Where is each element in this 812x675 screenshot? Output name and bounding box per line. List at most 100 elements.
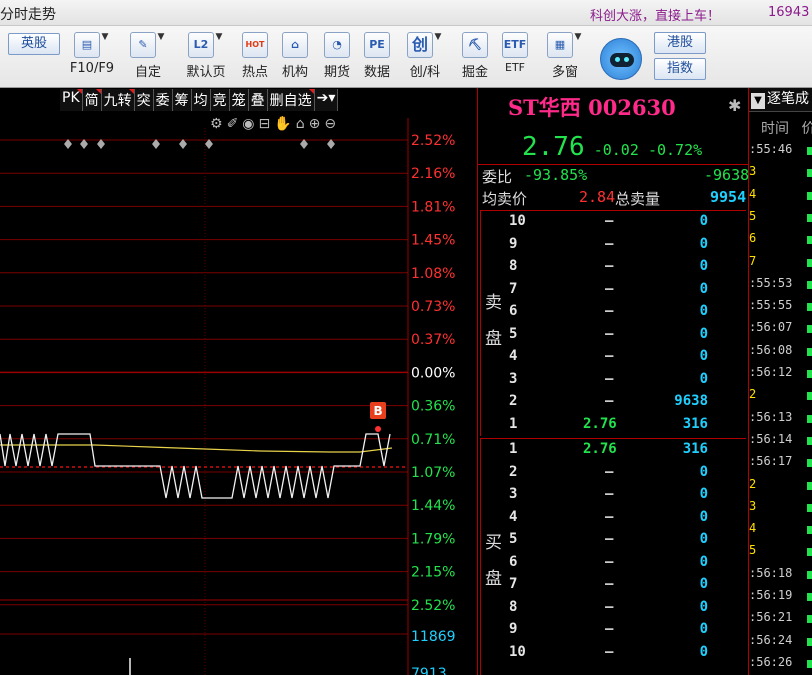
y-axis-label: 1.81% — [411, 199, 455, 215]
f10-button[interactable]: ▤▼ F10/F9 — [68, 32, 116, 76]
chevron-down-icon[interactable]: ▼ — [156, 32, 166, 42]
multi-window-icon: ▦ — [547, 32, 573, 58]
tick-row: :56:18 — [749, 566, 812, 588]
chevron-down-icon[interactable]: ▼ — [214, 32, 224, 42]
order-book-level[interactable]: 4 – 0 — [509, 509, 749, 532]
level-volume: 0 — [699, 235, 708, 252]
tick-row: :56:24 — [749, 633, 812, 655]
tick-time: 4 — [749, 186, 757, 201]
level-price: – — [605, 303, 614, 319]
zoom-out-icon[interactable]: ⊖ — [324, 116, 340, 132]
order-book-level[interactable]: 5 – 0 — [509, 326, 749, 349]
tick-time: 3 — [749, 164, 757, 179]
order-book-level[interactable]: 1 2.76 316 — [509, 416, 749, 439]
order-book-level[interactable]: 3 – 0 — [509, 371, 749, 394]
tick-price-marker — [807, 258, 812, 267]
gear-icon[interactable]: ✱ — [728, 96, 741, 115]
chuang-ke-button[interactable]: 创 ▼ 创/科 — [402, 32, 448, 80]
y-axis-label: 0.71% — [411, 432, 455, 448]
chart-tab[interactable]: 均 — [191, 89, 211, 111]
futures-button[interactable]: ◔ 期货 — [320, 32, 354, 80]
tick-time: :56:07 — [749, 320, 793, 335]
order-book-level[interactable]: 8 – 0 — [509, 258, 749, 281]
order-book-level[interactable]: 6 – 0 — [509, 303, 749, 326]
chart-tab[interactable]: 委 — [153, 89, 173, 111]
eye-icon[interactable]: ◉ — [242, 116, 258, 132]
chevron-down-icon[interactable]: ▼ — [433, 32, 443, 42]
chevron-down-icon[interactable]: ▼ — [573, 32, 583, 42]
app-window: 分时走势 科创大涨，直接上车！ 16943 英股 ▤▼ F10/F9 ✎▼ 自定… — [0, 0, 812, 675]
phone-number: 16943 — [768, 5, 810, 20]
level-volume: 316 — [682, 415, 708, 432]
tick-row: :56:13 — [749, 410, 812, 432]
tick-price-marker — [807, 303, 812, 312]
tick-row: :56:12 — [749, 365, 812, 387]
chart-tab[interactable]: 叠 — [248, 89, 268, 111]
order-book-level[interactable]: 7 – 0 — [509, 281, 749, 304]
data-button[interactable]: PE 数据 — [360, 32, 394, 80]
tick-price-marker — [807, 370, 812, 378]
avg-sell-label: 均卖价 — [482, 190, 528, 208]
default-page-button[interactable]: L2▼ 默认页 — [180, 32, 232, 80]
hot-button[interactable]: HOT 热点 — [238, 32, 272, 80]
chevron-down-icon[interactable]: ▼ — [751, 93, 765, 109]
settings-icon[interactable]: ⚙ — [210, 116, 227, 132]
order-book-level[interactable]: 5 – 0 — [509, 531, 749, 554]
level-number: 2 — [509, 393, 518, 409]
order-book-level[interactable]: 6 – 0 — [509, 554, 749, 577]
hk-stock-button[interactable]: 英股 — [8, 33, 60, 55]
zoom-in-icon[interactable]: ⊕ — [309, 116, 325, 132]
order-book-level[interactable]: 3 – 0 — [509, 486, 749, 509]
chart-tab[interactable]: 笼 — [229, 89, 249, 111]
robot-assistant-icon[interactable] — [600, 38, 642, 80]
tick-price-marker — [807, 548, 812, 557]
promo-slogan[interactable]: 科创大涨，直接上车！ — [590, 5, 720, 24]
hk-shares-button[interactable]: 港股 — [654, 32, 706, 54]
lock-icon[interactable]: ⊟ — [259, 116, 275, 132]
edit-icon: ✎ — [130, 32, 156, 58]
order-book-level[interactable]: 4 – 0 — [509, 348, 749, 371]
order-book-level[interactable]: 10 – 0 — [509, 644, 749, 667]
etf-button[interactable]: ETF ETF — [498, 32, 532, 74]
hand-icon[interactable]: ✋ — [274, 116, 295, 132]
index-button[interactable]: 指数 — [654, 58, 706, 80]
avg-sell-row: 均卖价 2.84 总卖量 9954 — [482, 188, 748, 208]
order-book-level[interactable]: 2 – 0 — [509, 464, 749, 487]
chart-tab[interactable]: 竞 — [210, 89, 230, 111]
level-price: – — [605, 280, 614, 297]
order-book-level[interactable]: 2 – 9638 — [509, 393, 749, 416]
tick-row: :55:46 — [749, 142, 812, 164]
intraday-chart[interactable]: 2.52% 2.16% 1.81% 1.45% 1.08% 0.73% 0.37% 0.00%… — [0, 88, 477, 675]
order-book-level[interactable]: 8 – 0 — [509, 599, 749, 622]
pen-icon[interactable]: ✐ — [227, 116, 243, 132]
pin-arrow-icon[interactable]: ➔▾ — [314, 89, 339, 111]
tick-row: :56:21 — [749, 610, 812, 632]
lock-closed-icon[interactable]: ⌂ — [296, 116, 309, 132]
custom-button[interactable]: ✎▼ 自定 — [126, 32, 170, 80]
f10-icon: ▤ — [74, 32, 100, 58]
order-book-level[interactable]: 1 2.76 316 — [509, 441, 749, 464]
chart-tab[interactable]: PK — [60, 89, 83, 111]
order-book-level[interactable]: 9 – 0 — [509, 236, 749, 259]
institution-button[interactable]: ⌂ 机构 — [278, 32, 312, 80]
juejin-button[interactable]: ⛏ 掘金 — [458, 32, 492, 80]
tick-time: 5 — [749, 543, 757, 558]
order-book-level[interactable]: 7 – 0 — [509, 576, 749, 599]
chart-tab[interactable]: 九转 — [101, 89, 135, 111]
level-number: 3 — [509, 486, 518, 502]
level-volume: 0 — [699, 598, 708, 615]
chart-tab[interactable]: 简 — [82, 89, 102, 111]
order-book-level[interactable]: 9 – 0 — [509, 621, 749, 644]
tick-time: 7 — [749, 253, 757, 268]
chart-tab[interactable]: 删自选 — [267, 89, 315, 111]
multi-window-button[interactable]: ▦▼ 多窗 — [540, 32, 590, 80]
y-axis-label: 2.52% — [411, 133, 455, 149]
intraday-chart-panel[interactable]: 2.52% 2.16% 1.81% 1.45% 1.08% 0.73% 0.37% 0.00%… — [0, 88, 477, 675]
tick-row: 3 — [749, 164, 812, 186]
tick-row: :56:08 — [749, 343, 812, 365]
chart-tab[interactable]: 突 — [134, 89, 154, 111]
chart-tab[interactable]: 筹 — [172, 89, 192, 111]
tick-price-marker — [807, 147, 812, 155]
chevron-down-icon[interactable]: ▼ — [100, 32, 110, 42]
order-book-level[interactable]: 10 – 0 — [509, 213, 749, 236]
